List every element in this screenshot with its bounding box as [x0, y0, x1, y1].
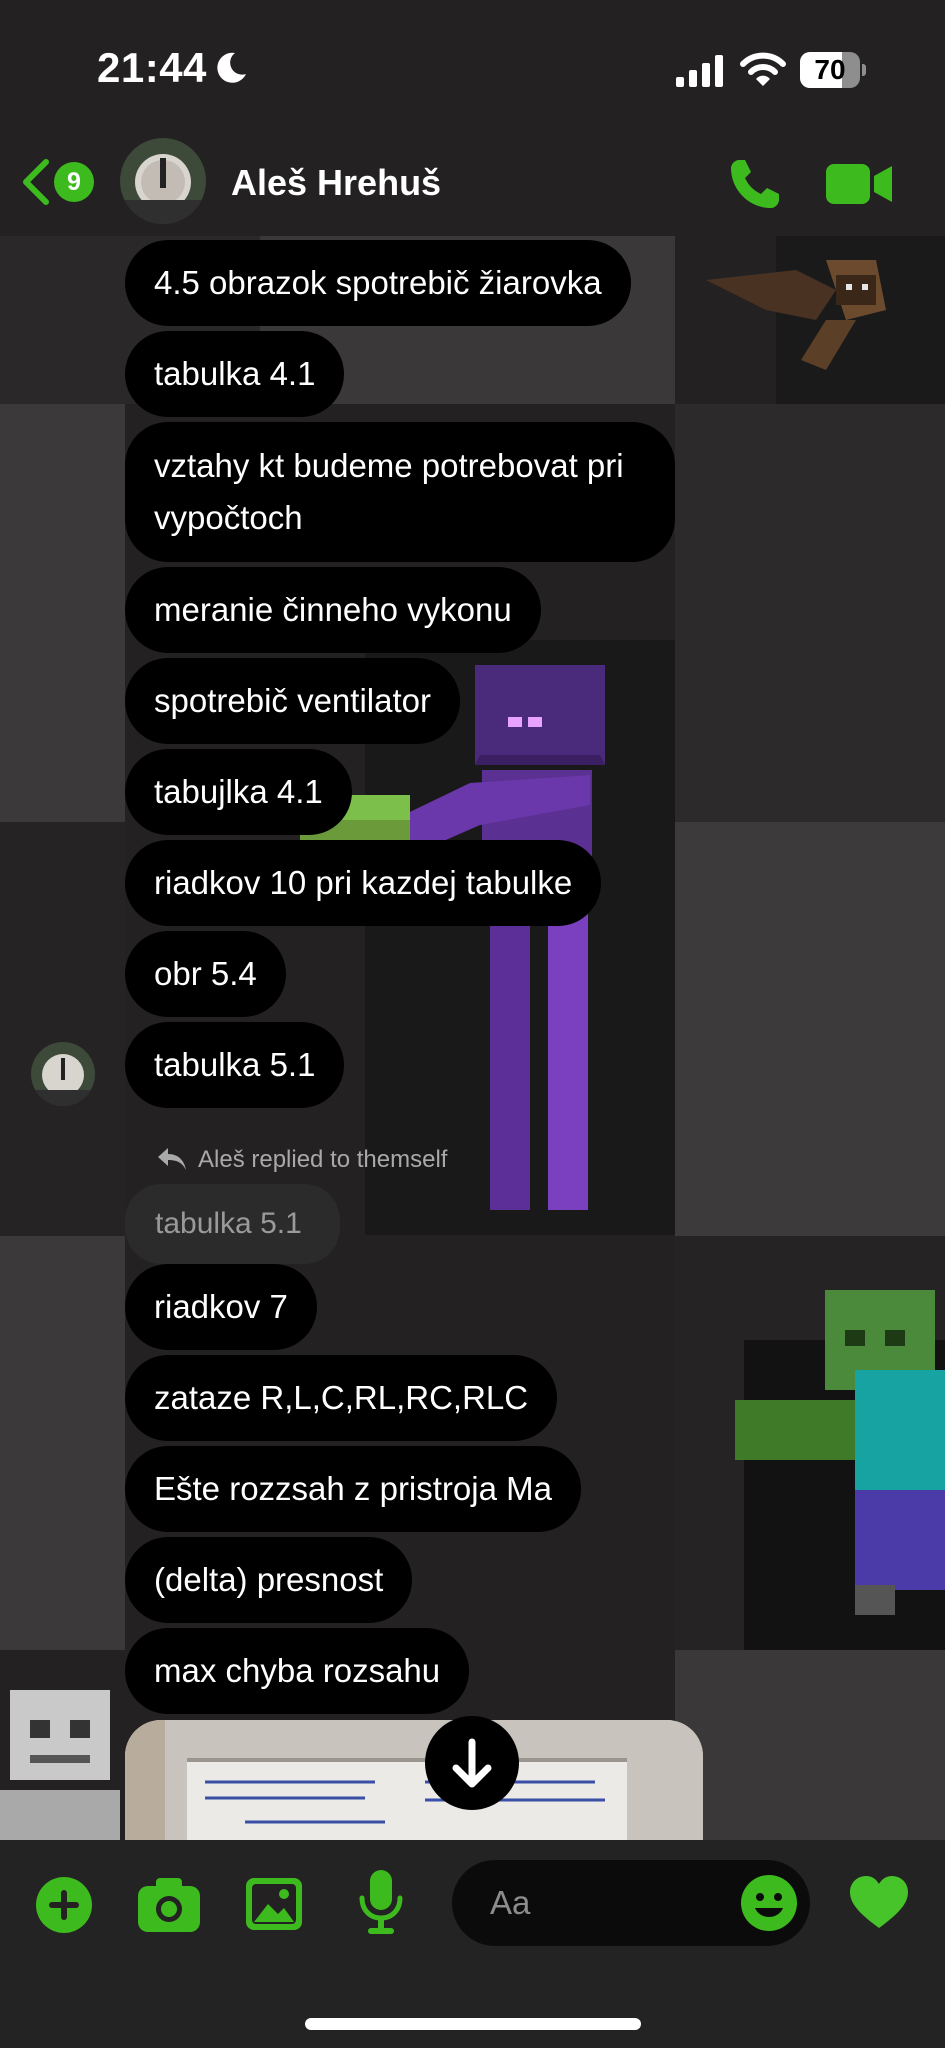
message-bubble[interactable]: vztahy kt budeme potrebovat pri vypočtoc…	[125, 422, 675, 562]
status-time: 21:44	[97, 44, 207, 91]
phone-icon[interactable]	[725, 154, 785, 214]
chat-header: 9 Aleš Hrehuš	[0, 130, 945, 236]
back-button[interactable]: 9	[20, 152, 100, 212]
smiley-icon[interactable]	[740, 1874, 798, 1932]
back-chevron-icon	[23, 159, 49, 205]
message-bubble[interactable]: tabulka 4.1	[125, 331, 345, 417]
message-bubble[interactable]: obr 5.4	[125, 931, 286, 1017]
message-bubble[interactable]: Ešte rozzsah z pristroja Ma	[125, 1446, 581, 1532]
contact-avatar[interactable]	[120, 138, 206, 224]
message-bubble[interactable]: riadkov 10 pri kazdej tabulke	[125, 840, 602, 926]
message-bubble[interactable]: zataze R,L,C,RL,RC,RLC	[125, 1355, 558, 1441]
message-bubble[interactable]: tabulka 5.1	[125, 1022, 345, 1108]
message-bubble[interactable]: 4.5 obrazok spotrebič žiarovka	[125, 240, 631, 326]
message-bubble[interactable]: meranie činneho vykonu	[125, 567, 541, 653]
status-bar: 21:44 70	[0, 0, 945, 130]
microphone-icon[interactable]	[358, 1870, 404, 1936]
photo-attachment[interactable]	[125, 1720, 703, 1840]
message-bubble[interactable]: max chyba rozsahu	[125, 1628, 470, 1714]
message-bubble[interactable]: riadkov 7	[125, 1264, 317, 1350]
message-input-placeholder: Aa	[490, 1884, 531, 1921]
battery-icon: 70	[800, 52, 866, 88]
unread-badge: 9	[54, 162, 94, 202]
reply-arrow-icon	[158, 1148, 186, 1170]
battery-percent: 70	[814, 54, 846, 85]
home-indicator	[305, 2018, 641, 2030]
arrow-down-icon	[452, 1738, 492, 1788]
quoted-message[interactable]: tabulka 5.1	[125, 1184, 340, 1264]
reply-note-text: Aleš replied to themself	[198, 1146, 448, 1173]
message-input[interactable]: Aa	[452, 1860, 810, 1946]
message-bubble[interactable]: spotrebič ventilator	[125, 658, 460, 744]
sender-avatar[interactable]	[31, 1042, 95, 1106]
plus-icon[interactable]	[35, 1876, 93, 1934]
message-bubble[interactable]: tabujlka 4.1	[125, 749, 352, 835]
heart-icon[interactable]	[850, 1876, 908, 1930]
moon-icon	[217, 52, 246, 83]
contact-name[interactable]: Aleš Hrehuš	[231, 162, 441, 204]
composer-bar: Aa	[0, 1840, 945, 2048]
scroll-to-bottom-button[interactable]	[425, 1716, 519, 1810]
image-icon[interactable]	[246, 1878, 302, 1930]
message-bubble[interactable]: (delta) presnost	[125, 1537, 413, 1623]
wifi-icon	[740, 52, 786, 86]
signal-icon	[676, 55, 723, 87]
camera-icon[interactable]	[138, 1878, 200, 1932]
video-icon[interactable]	[826, 162, 892, 206]
